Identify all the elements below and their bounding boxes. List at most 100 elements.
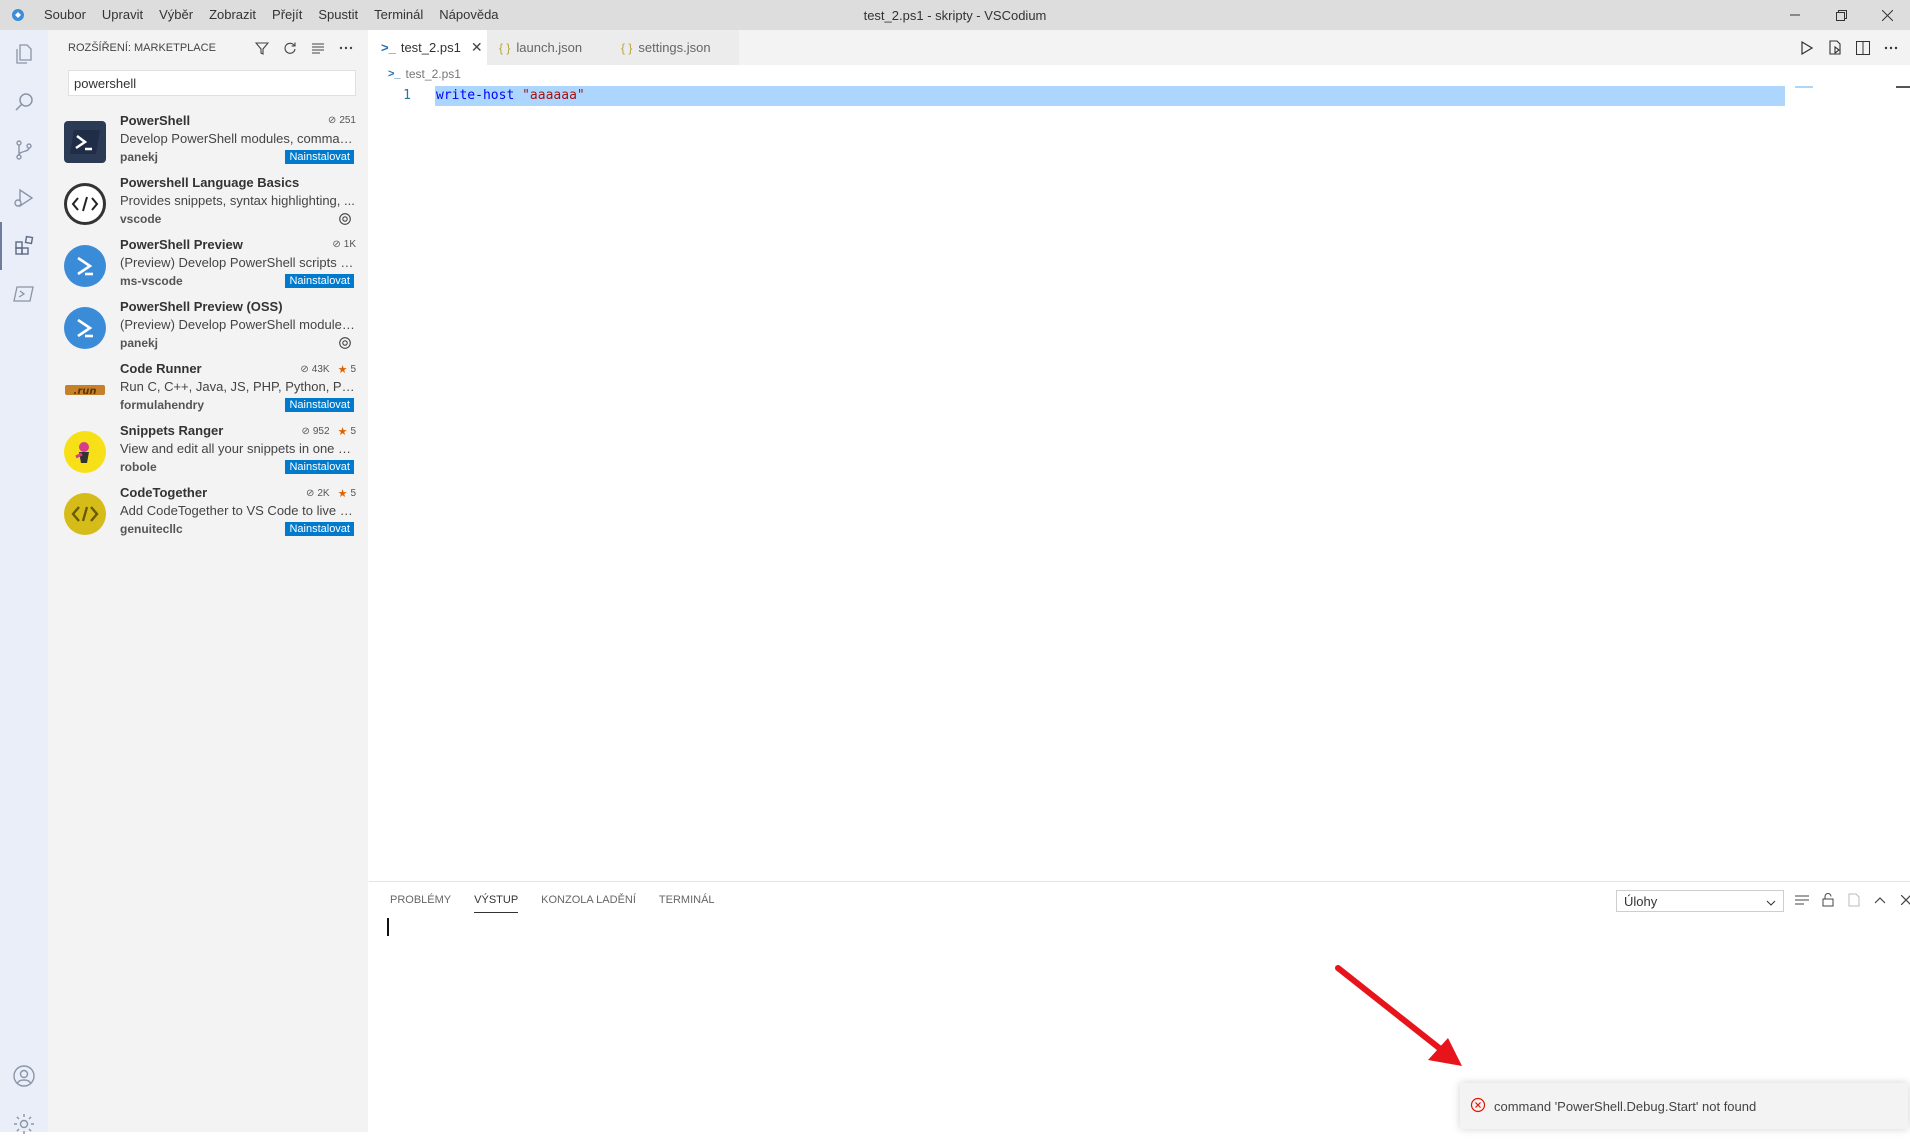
tab-launch-json[interactable]: { } launch.json xyxy=(487,30,609,65)
cloud-download-icon: ⊘ xyxy=(327,115,337,126)
menu-napoveda[interactable]: Nápověda xyxy=(431,0,506,30)
close-panel-icon[interactable] xyxy=(1897,890,1910,910)
run-selection-icon[interactable] xyxy=(1826,39,1844,57)
menu-prejit[interactable]: Přejít xyxy=(264,0,310,30)
json-file-icon: { } xyxy=(499,40,511,55)
run-icon[interactable] xyxy=(1798,39,1816,57)
tab-label: test_2.ps1 xyxy=(400,40,461,55)
minimize-icon[interactable] xyxy=(1772,0,1818,30)
tab-label: settings.json xyxy=(638,40,711,55)
error-notification[interactable]: command 'PowerShell.Debug.Start' not fou… xyxy=(1460,1083,1908,1129)
filter-icon[interactable] xyxy=(252,38,272,58)
account-icon[interactable] xyxy=(0,1052,48,1100)
code-text[interactable]: write-host "aaaaaa" xyxy=(436,86,585,106)
codetogether-logo xyxy=(64,493,106,535)
extension-item[interactable]: PowerShell Preview ⊘ 1K (Preview) Develop… xyxy=(48,234,368,296)
line-number: 1 xyxy=(403,88,411,103)
extension-item[interactable]: Powershell Language Basics Provides snip… xyxy=(48,172,368,234)
extension-item[interactable]: CodeTogether ⊘ 2K ★ 5 Add CodeTogether to V… xyxy=(48,482,368,544)
extension-publisher: panekj xyxy=(120,150,159,164)
close-tab-icon[interactable]: ✕ xyxy=(471,39,483,56)
maximize-panel-icon[interactable] xyxy=(1871,890,1889,910)
powershell-dark-icon xyxy=(64,121,106,163)
extension-item[interactable]: PowerShell Preview (OSS) (Preview) Devel… xyxy=(48,296,368,358)
error-icon xyxy=(1470,1097,1486,1116)
code-brackets-icon xyxy=(64,183,106,225)
clear-output-icon[interactable] xyxy=(1793,890,1811,910)
cloud-download-icon: ⊘ xyxy=(332,239,341,250)
download-count: ⊘ 952 ★ 5 xyxy=(301,426,356,438)
extension-item[interactable]: Snippets Ranger ⊘ 952 ★ 5 View and edit all… xyxy=(48,420,368,482)
open-log-file-icon[interactable] xyxy=(1845,890,1863,910)
tab-debug-console[interactable]: KONZOLA LADĚNÍ xyxy=(541,894,636,913)
minimap[interactable] xyxy=(1795,86,1813,88)
extension-name: Snippets Ranger xyxy=(120,423,224,438)
breadcrumb[interactable]: >_ test_2.ps1 xyxy=(388,67,461,81)
cloud-download-icon: ⊘ xyxy=(305,488,315,499)
output-channel-select[interactable]: Úlohy xyxy=(1616,890,1784,912)
tab-test-2-ps1[interactable]: >_ test_2.ps1 ✕ xyxy=(369,30,487,65)
manage-extension-gear-icon[interactable] xyxy=(336,210,354,228)
install-button[interactable]: Nainstalovat xyxy=(285,460,354,474)
tab-terminal[interactable]: TERMINÁL xyxy=(659,894,715,913)
source-control-icon[interactable] xyxy=(0,126,48,174)
tab-problems[interactable]: PROBLÉMY xyxy=(390,894,451,913)
extension-publisher: genuitecllc xyxy=(120,522,183,536)
refresh-icon[interactable] xyxy=(280,38,300,58)
search-icon[interactable] xyxy=(0,78,48,126)
close-window-icon[interactable] xyxy=(1864,0,1910,30)
title-bar: Soubor Upravit Výběr Zobrazit Přejít Spu… xyxy=(0,0,1910,30)
download-count: ⊘ 1K xyxy=(332,239,356,250)
extension-description: (Preview) Develop PowerShell scripts in … xyxy=(120,255,356,270)
run-debug-icon[interactable] xyxy=(0,174,48,222)
extension-item[interactable]: PowerShell ⊘ 251 Develop PowerShell modul… xyxy=(48,110,368,172)
download-count: ⊘ 251 xyxy=(327,115,356,126)
more-actions-icon[interactable] xyxy=(336,38,356,58)
tab-output[interactable]: VÝSTUP xyxy=(474,894,519,913)
lock-scroll-icon[interactable] xyxy=(1819,890,1837,910)
menu-zobrazit[interactable]: Zobrazit xyxy=(201,0,264,30)
menu-spustit[interactable]: Spustit xyxy=(310,0,366,30)
sidebar-header: ROZŠÍŘENÍ: MARKETPLACE xyxy=(48,30,368,65)
more-actions-icon[interactable] xyxy=(1882,39,1900,57)
tab-settings-json[interactable]: { } settings.json xyxy=(609,30,739,65)
clear-results-icon[interactable] xyxy=(308,38,328,58)
restore-icon[interactable] xyxy=(1818,0,1864,30)
extensions-icon[interactable] xyxy=(0,222,48,270)
extension-publisher: formulahendry xyxy=(120,398,205,412)
powershell-icon[interactable] xyxy=(0,270,48,318)
code-string: "aaaaaa" xyxy=(522,88,585,103)
menu-terminal[interactable]: Terminál xyxy=(366,0,431,30)
breadcrumb-file[interactable]: test_2.ps1 xyxy=(406,67,461,81)
files-icon[interactable] xyxy=(0,30,48,78)
extension-name: PowerShell Preview xyxy=(120,237,243,252)
extension-name: PowerShell Preview (OSS) xyxy=(120,299,283,314)
menu-soubor[interactable]: Soubor xyxy=(36,0,94,30)
powershell-file-icon: >_ xyxy=(388,68,401,80)
cloud-download-icon: ⊘ xyxy=(301,426,310,437)
tab-label: launch.json xyxy=(516,40,583,55)
overview-ruler xyxy=(1896,86,1910,88)
output-channel-value: Úlohy xyxy=(1624,893,1658,909)
rating: 5 xyxy=(350,426,356,437)
install-button[interactable]: Nainstalovat xyxy=(285,150,354,164)
code-line[interactable]: 1 write-host "aaaaaa" xyxy=(369,86,1910,106)
extension-description: Add CodeTogether to VS Code to live s... xyxy=(120,503,356,518)
snippets-ranger-logo xyxy=(64,431,106,473)
menu-vyber[interactable]: Výběr xyxy=(151,0,201,30)
menu-bar: Soubor Upravit Výběr Zobrazit Přejít Spu… xyxy=(36,0,507,30)
extension-item[interactable]: .run Code Runner ⊘ 43K ★ 5 Run C, C++, Java… xyxy=(48,358,368,420)
extension-description: View and edit all your snippets in one p… xyxy=(120,441,356,456)
install-button[interactable]: Nainstalovat xyxy=(285,398,354,412)
install-button[interactable]: Nainstalovat xyxy=(285,522,354,536)
extension-search-input[interactable] xyxy=(68,70,356,96)
manage-extension-gear-icon[interactable] xyxy=(336,334,354,352)
vscodium-logo-icon[interactable] xyxy=(0,0,36,30)
split-editor-icon[interactable] xyxy=(1854,39,1872,57)
manage-gear-icon[interactable] xyxy=(0,1100,48,1148)
powershell-file-icon: >_ xyxy=(381,40,396,55)
activity-bar xyxy=(0,30,48,1134)
install-button[interactable]: Nainstalovat xyxy=(285,274,354,288)
menu-upravit[interactable]: Upravit xyxy=(94,0,151,30)
extension-description: Run C, C++, Java, JS, PHP, Python, Perl,… xyxy=(120,379,356,394)
